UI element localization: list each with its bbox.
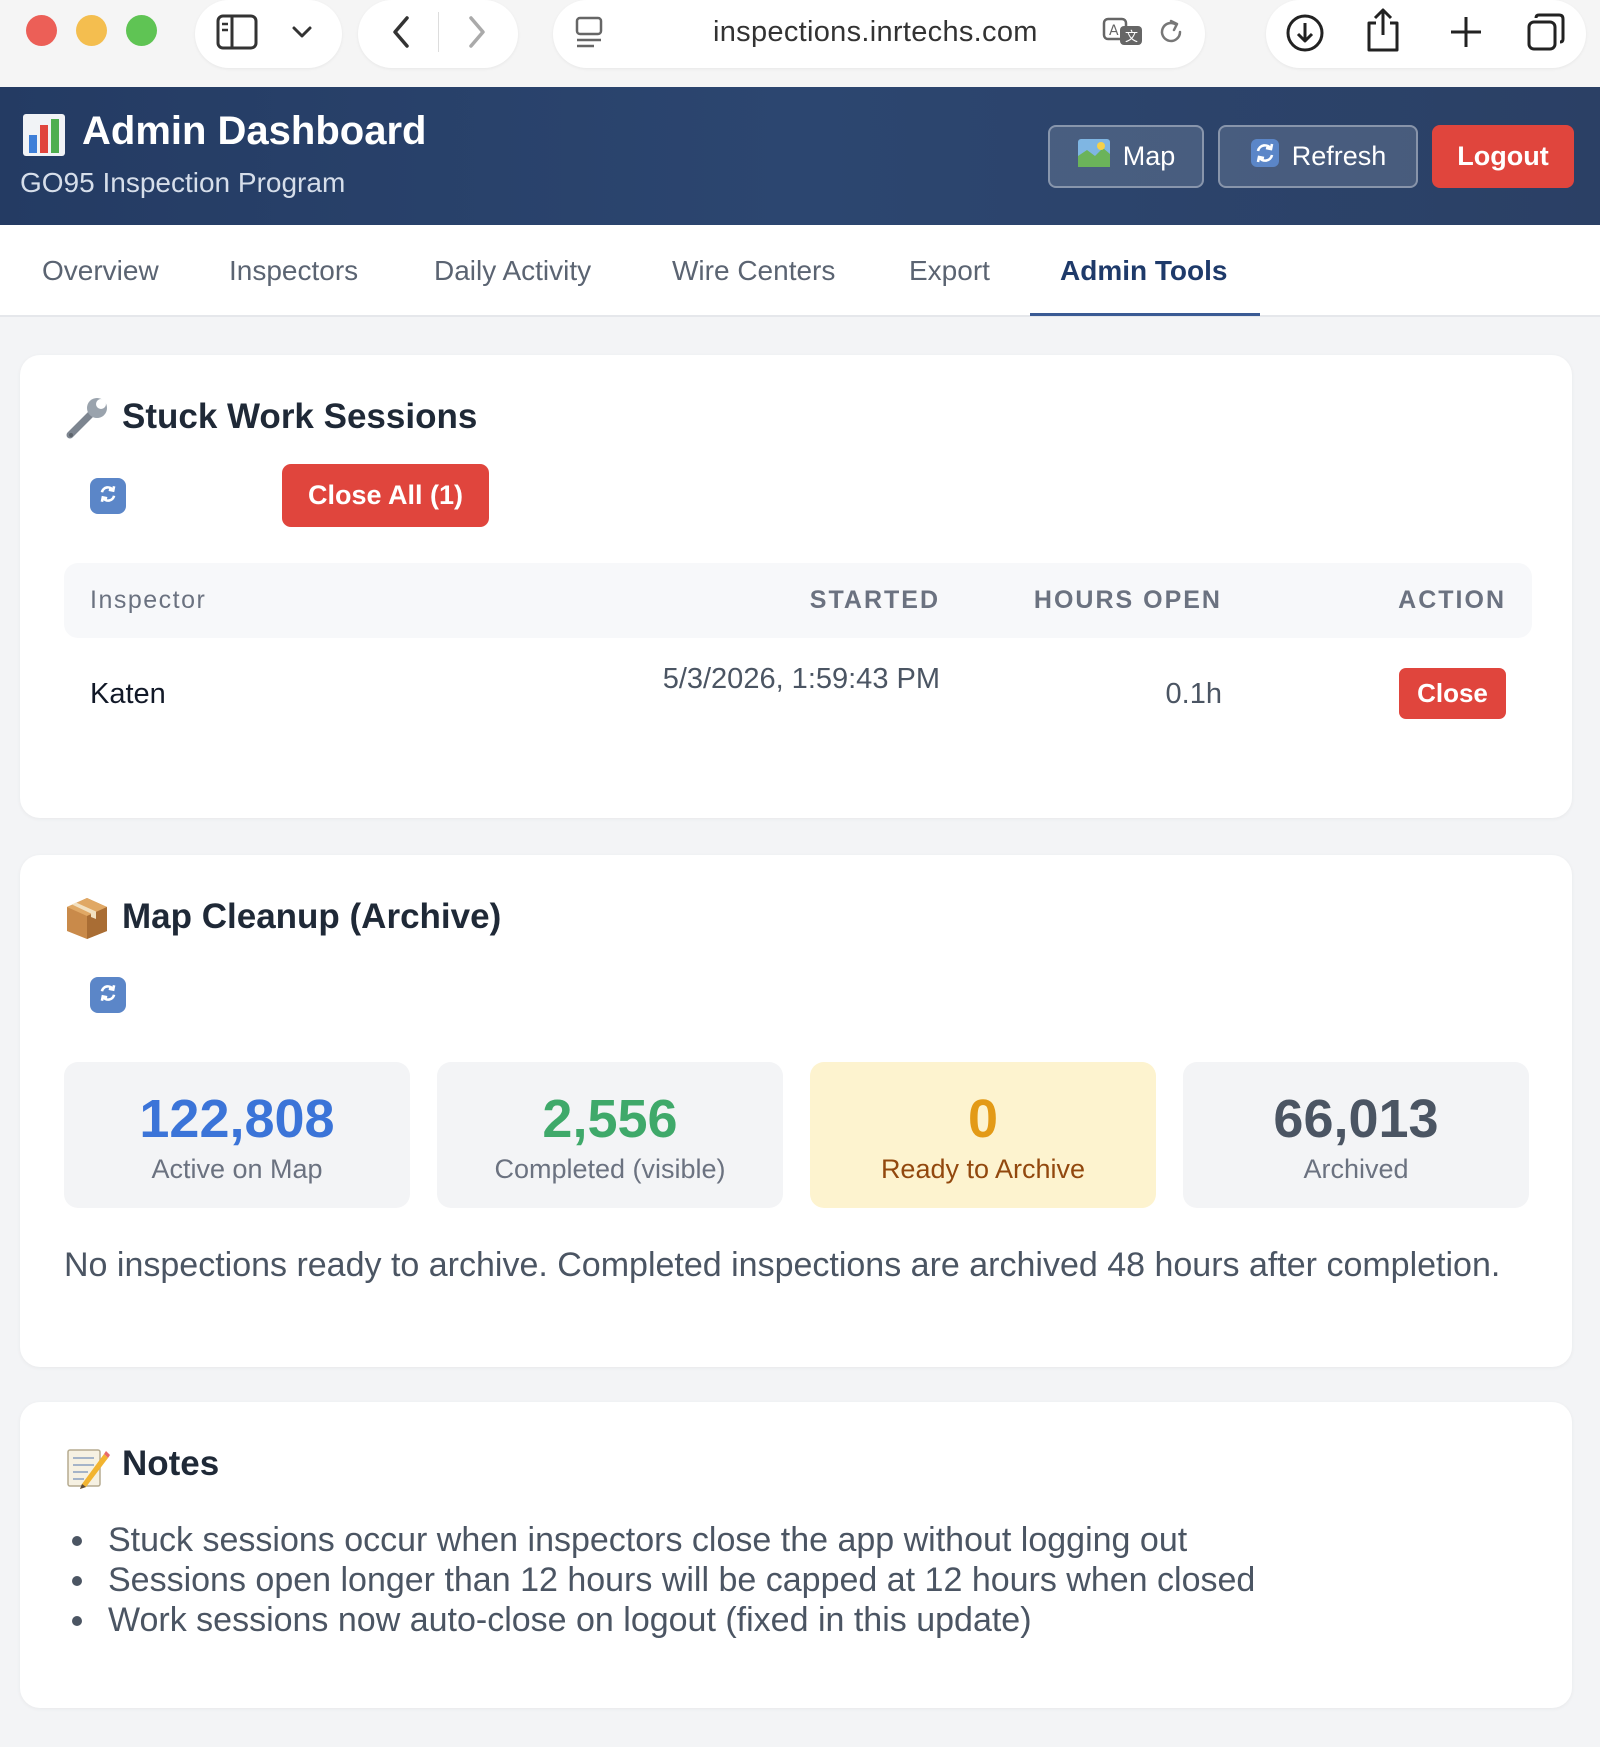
stat-value: 66,013 [1273,1089,1439,1149]
address-bar[interactable]: inspections.inrtechs.com A文 [553,0,1205,68]
map-button[interactable]: Map [1048,125,1204,188]
stuck-sessions-reload-button[interactable] [90,478,126,514]
stat-label: Completed (visible) [494,1154,726,1184]
inspector-name: Katen [90,678,166,710]
new-tab-icon[interactable] [1446,12,1486,52]
window-zoom-button[interactable] [126,15,157,46]
archive-status-message: No inspections ready to archive. Complet… [64,1246,1501,1284]
back-icon[interactable] [386,14,416,50]
stat-value: 2,556 [542,1089,678,1149]
browser-toolbar: inspections.inrtechs.com A文 [0,0,1600,87]
stat-label: Ready to Archive [880,1154,1086,1184]
bar-chart-icon [22,113,66,157]
table-header: Inspector STARTED HOURS OPEN ACTION [64,563,1532,638]
window-close-button[interactable] [26,15,57,46]
refresh-icon [95,481,121,512]
list-item: Stuck sessions occur when inspectors clo… [64,1520,1524,1560]
session-started: 5/3/2026, 1:59:43 PM [662,663,940,695]
refresh-icon [1250,138,1280,175]
list-item: Sessions open longer than 12 hours will … [64,1560,1524,1600]
reload-icon[interactable] [1153,14,1189,50]
tab-export[interactable]: Export [909,225,990,317]
stat-ready-to-archive: 0 Ready to Archive [810,1062,1156,1208]
refresh-button-label: Refresh [1291,141,1387,171]
sidebar-toggle-group [195,0,342,68]
map-icon [1077,138,1111,175]
stat-label: Archived [1303,1154,1409,1184]
stat-label: Active on Map [151,1154,323,1184]
column-header-inspector: Inspector [90,586,207,614]
close-session-button[interactable]: Close [1399,668,1506,719]
map-cleanup-card: Map Cleanup (Archive) 122,808 Active on … [20,855,1572,1367]
svg-text:文: 文 [1125,30,1138,45]
map-button-label: Map [1122,141,1176,171]
tab-inspectors[interactable]: Inspectors [229,225,358,317]
page-subtitle: GO95 Inspection Program [20,167,346,198]
stat-completed-visible: 2,556 Completed (visible) [437,1062,783,1208]
notes-title: Notes [122,1444,220,1483]
translate-icon[interactable]: A文 [1101,14,1145,50]
package-icon [64,895,112,943]
session-hours-open: 0.1h [1165,678,1222,710]
tab-wire-centers[interactable]: Wire Centers [672,225,835,317]
window-minimize-button[interactable] [76,15,107,46]
share-icon[interactable] [1362,6,1404,54]
column-header-hours-open: HOURS OPEN [1033,586,1222,614]
page-title: Admin Dashboard [82,109,427,153]
stat-archived: 66,013 Archived [1183,1062,1529,1208]
svg-text:A: A [1109,23,1119,39]
tab-overview-icon[interactable] [1524,10,1568,54]
url-text: inspections.inrtechs.com [713,16,1038,48]
notes-list: Stuck sessions occur when inspectors clo… [64,1520,1524,1640]
column-header-action: ACTION [1398,586,1506,614]
forward-icon[interactable] [462,14,492,50]
active-tab-indicator [1030,313,1260,316]
stuck-sessions-card: Stuck Work Sessions Close All (1) Inspec… [20,355,1572,818]
column-header-started: STARTED [809,586,940,614]
refresh-button[interactable]: Refresh [1218,125,1418,188]
memo-icon [64,1444,112,1492]
tab-daily-activity[interactable]: Daily Activity [434,225,591,317]
map-cleanup-reload-button[interactable] [90,977,126,1013]
download-icon[interactable] [1284,12,1326,54]
stat-value: 0 [967,1089,999,1149]
chevron-down-icon[interactable] [287,18,317,46]
table-row: Katen 5/3/2026, 1:59:43 PM 0.1h Close [64,638,1532,768]
refresh-icon [95,980,121,1011]
close-all-button[interactable]: Close All (1) [282,464,489,527]
stat-value: 122,808 [139,1089,335,1149]
stuck-sessions-title: Stuck Work Sessions [122,397,478,436]
map-cleanup-title: Map Cleanup (Archive) [122,897,502,936]
list-item: Work sessions now auto-close on logout (… [64,1600,1524,1640]
sidebar-icon[interactable] [215,12,259,52]
app-header: Admin Dashboard GO95 Inspection Program … [0,87,1600,225]
navigation-group [358,0,518,68]
stat-active-on-map: 122,808 Active on Map [64,1062,410,1208]
logout-button[interactable]: Logout [1432,125,1574,188]
notes-card: Notes Stuck sessions occur when inspecto… [20,1402,1572,1708]
tab-overview[interactable]: Overview [42,225,159,317]
tab-admin-tools[interactable]: Admin Tools [1060,225,1227,317]
page-menu-icon[interactable] [571,14,607,50]
tab-bar: Overview Inspectors Daily Activity Wire … [0,225,1600,317]
wrench-icon [64,395,112,443]
browser-actions-group [1266,0,1586,68]
nav-divider [438,12,439,52]
